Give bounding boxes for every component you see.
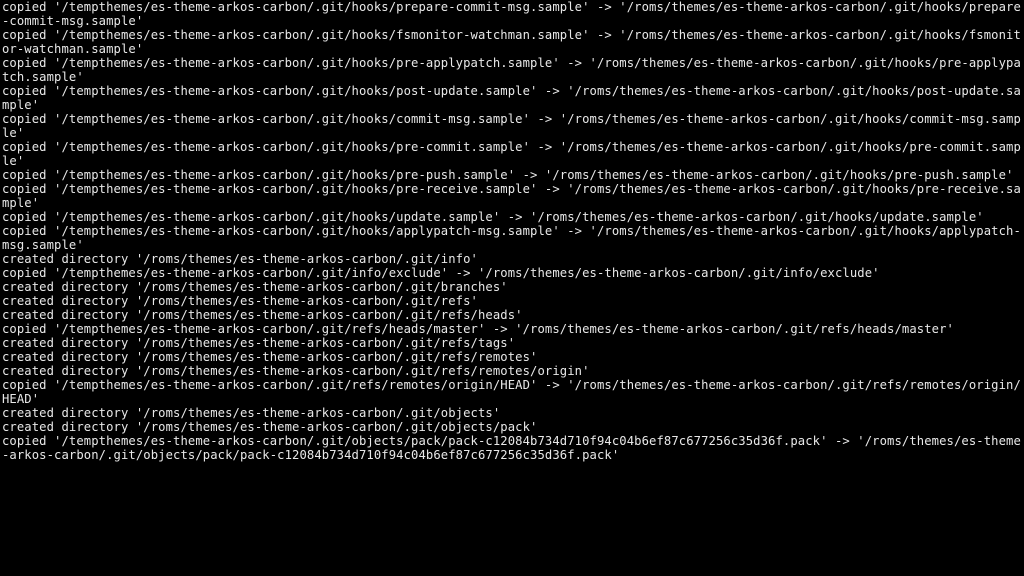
terminal-output: copied '/tempthemes/es-theme-arkos-carbo… (0, 0, 1024, 462)
